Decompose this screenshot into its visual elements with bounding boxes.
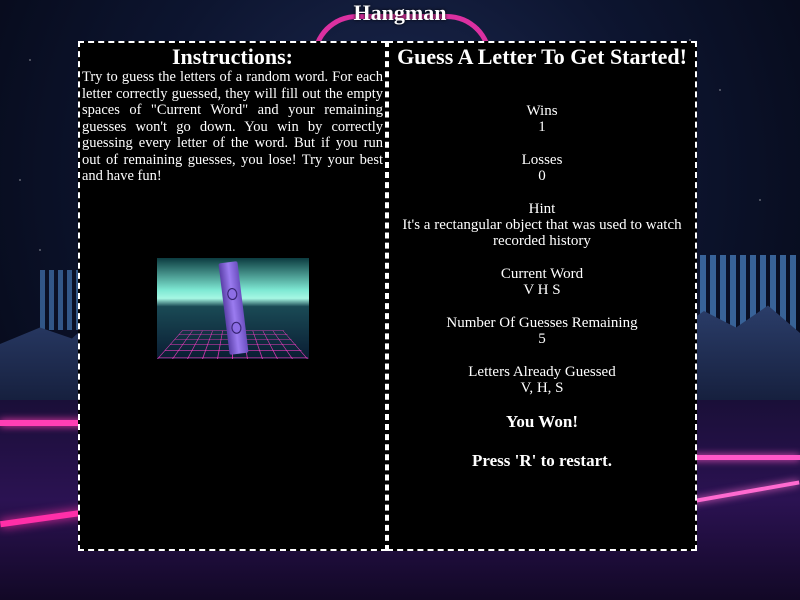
- page-title: Hangman: [353, 0, 447, 25]
- instructions-title: Instructions:: [171, 44, 293, 69]
- letters-guessed-value: V, H, S: [520, 380, 564, 396]
- hint-label: Hint: [528, 201, 556, 217]
- losses-label: Losses: [521, 152, 563, 168]
- game-panel: Guess A Letter To Get Started! Wins 1 Lo…: [387, 41, 697, 551]
- vhs-tape-image: [157, 258, 309, 359]
- losses-value: 0: [538, 168, 546, 184]
- tape-reel-hole: [230, 321, 243, 335]
- current-word-value: V H S: [523, 282, 561, 298]
- wins-value: 1: [538, 119, 546, 135]
- letters-guessed-label: Letters Already Guessed: [468, 364, 616, 380]
- guesses-remaining-label: Number Of Guesses Remaining: [446, 315, 638, 331]
- current-word-label: Current Word: [500, 266, 584, 282]
- game-prompt-title: Guess A Letter To Get Started!: [397, 44, 687, 69]
- tape-reel-hole: [226, 287, 238, 301]
- neon-stripe: [680, 455, 800, 460]
- wins-label: Wins: [526, 103, 558, 119]
- instructions-text: Try to guess the letters of a random wor…: [82, 69, 383, 184]
- skyline-left: [40, 270, 80, 330]
- restart-message: Press 'R' to restart.: [471, 451, 613, 470]
- guesses-remaining-value: 5: [538, 331, 546, 347]
- hint-value: It's a rectangular object that was used …: [402, 217, 682, 249]
- result-message: You Won!: [506, 412, 578, 431]
- instructions-panel: Instructions: Try to guess the letters o…: [78, 41, 387, 551]
